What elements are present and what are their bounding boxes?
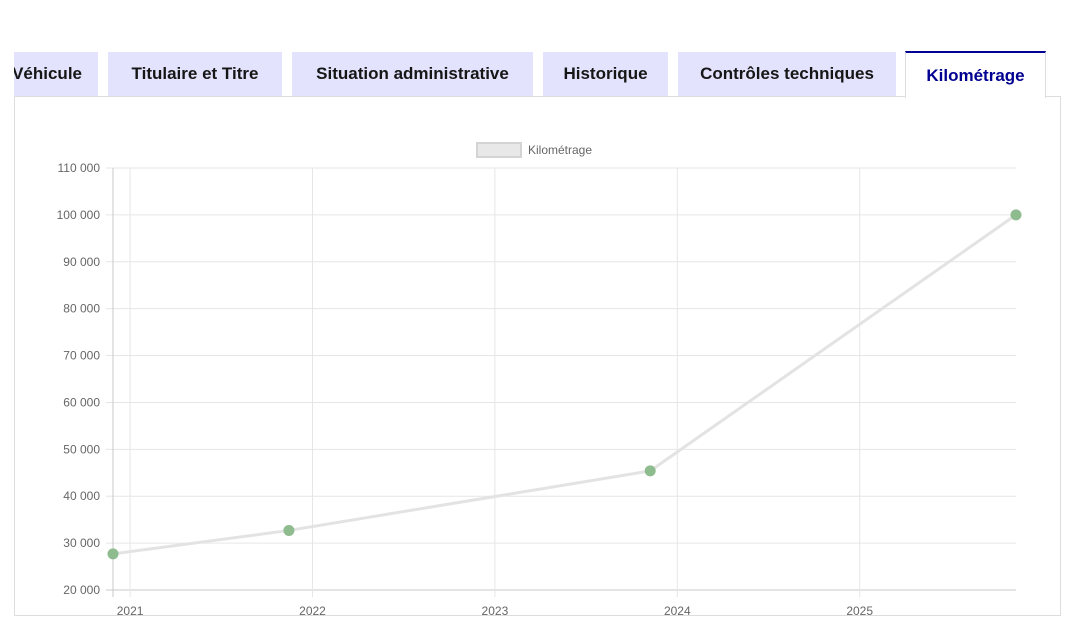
x-tick-label: 2024 <box>664 604 691 618</box>
data-point <box>1010 209 1022 221</box>
x-tick-label: 2025 <box>846 604 873 618</box>
series-line <box>112 213 1017 556</box>
y-tick-label: 100 000 <box>57 208 101 222</box>
legend-label: Kilométrage <box>528 143 592 157</box>
y-tick-label: 110 000 <box>58 161 101 175</box>
data-point <box>644 465 656 477</box>
y-axis: 20 000 30 000 40 000 50 000 60 000 70 000 80 0… <box>57 161 101 597</box>
x-tick-label: 2023 <box>482 604 509 618</box>
grid <box>106 167 1016 597</box>
legend[interactable]: Kilométrage <box>476 142 592 158</box>
data-point <box>283 524 295 536</box>
y-tick-label: 60 000 <box>63 395 100 409</box>
x-tick-label: 2021 <box>117 604 144 618</box>
x-tick-label: 2022 <box>299 604 326 618</box>
y-tick-label: 40 000 <box>63 489 100 503</box>
y-tick-label: 30 000 <box>63 536 100 550</box>
legend-swatch <box>476 142 522 158</box>
tab-label: Kilométrage <box>926 66 1025 85</box>
y-tick-label: 70 000 <box>63 349 100 363</box>
data-point <box>107 548 119 560</box>
y-tick-label: 20 000 <box>63 583 100 597</box>
x-axis: 2021 2022 2023 2024 2025 <box>117 604 874 618</box>
y-tick-label: 80 000 <box>63 302 100 316</box>
y-tick-label: 90 000 <box>63 255 100 269</box>
y-tick-label: 50 000 <box>63 442 100 456</box>
tab-kilometrage[interactable]: Kilométrage <box>905 51 1046 98</box>
